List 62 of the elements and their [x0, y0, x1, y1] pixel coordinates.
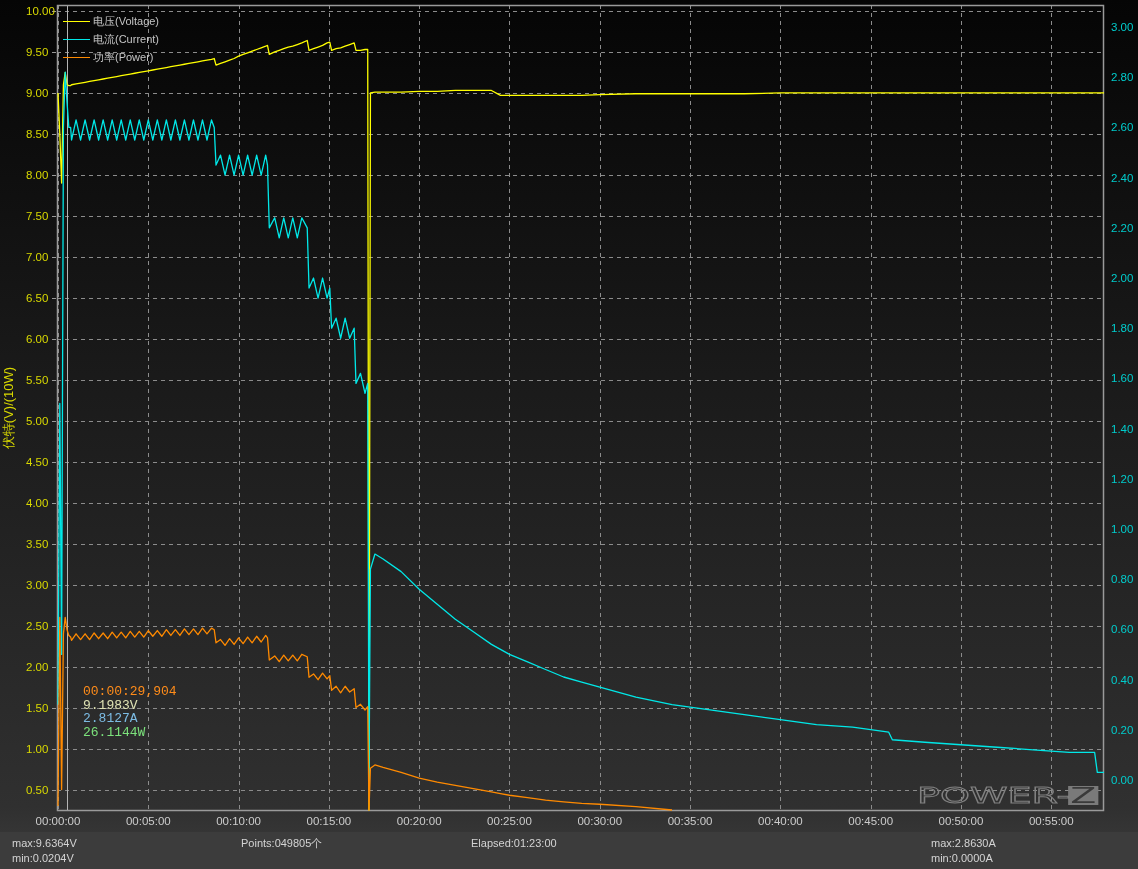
readout-current: 2.8127A: [83, 711, 138, 726]
axis-tick-label: 1.20: [1111, 472, 1134, 485]
axis-tick-label: 9.50: [26, 45, 49, 58]
axis-tick-label: 00:05:00: [125, 815, 171, 827]
axis-title: 伏特(V)/(10W): [1, 366, 16, 450]
axis-tick-label: 1.60: [1111, 372, 1134, 385]
axis-tick-label: 1.80: [1111, 322, 1134, 335]
axis-tick-label: 4.00: [26, 496, 49, 509]
axis-tick-label: 00:35:00: [667, 815, 713, 827]
current-max: max:2.8630A: [931, 836, 996, 851]
axis-tick-label: 1.40: [1111, 422, 1134, 435]
axis-tick-label: 2.40: [1111, 171, 1134, 184]
axis-tick-label: 4.50: [26, 455, 49, 468]
points-count: Points:049805个: [241, 836, 323, 851]
axis-tick-label: 3.50: [26, 537, 49, 550]
readout-time: 00:00:29,904: [83, 684, 177, 699]
axis-tick-label: 00:20:00: [396, 815, 442, 827]
current-min: min:0.0000A: [931, 851, 993, 866]
axis-tick-label: 6.50: [26, 291, 49, 304]
axis-tick-label: 00:10:00: [216, 815, 261, 827]
axis-tick-label: 0.40: [1111, 673, 1134, 686]
current-legend-label: 电流(Current): [93, 33, 159, 45]
voltage-min: min:0.0204V: [12, 851, 74, 866]
voltage-max: max:9.6364V: [12, 836, 77, 851]
axis-tick-label: 10.00: [26, 5, 55, 17]
axis-tick-label: 2.00: [26, 660, 49, 673]
axis-tick-label: 0.50: [26, 783, 49, 796]
axis-tick-label: 2.60: [1111, 121, 1134, 134]
axis-tick-label: 0.00: [1111, 773, 1134, 786]
power-legend-label: 功率(Power): [93, 51, 154, 63]
axis-tick-label: 9.00: [26, 86, 49, 99]
axis-tick-label: 00:00:00: [35, 815, 81, 827]
axis-tick-label: 2.80: [1111, 71, 1134, 84]
readout-power: 26.1144W: [83, 724, 146, 740]
axis-tick-label: 7.00: [26, 250, 49, 263]
axis-tick-label: 2.20: [1111, 221, 1134, 234]
axis-tick-label: 1.00: [1111, 522, 1134, 535]
axis-tick-label: 3.00: [26, 578, 49, 591]
axis-tick-label: 2.50: [26, 619, 49, 632]
axis-tick-label: 3.00: [1111, 21, 1134, 34]
axis-tick-label: 5.50: [26, 373, 49, 386]
axis-tick-label: 0.60: [1111, 623, 1134, 636]
axis-tick-label: 00:25:00: [487, 815, 532, 827]
axis-tick-label: 5.00: [26, 414, 49, 427]
axis-tick-label: 1.50: [26, 701, 49, 714]
axis-tick-label: 2.00: [1111, 272, 1134, 284]
axis-tick-label: 0.20: [1111, 723, 1134, 736]
axis-tick-label: 8.00: [26, 168, 49, 181]
axis-tick-label: 00:30:00: [577, 815, 623, 827]
axis-tick-label: 6.00: [26, 332, 49, 345]
axis-tick-label: 00:50:00: [938, 815, 984, 827]
axis-tick-label: 00:55:00: [1028, 815, 1074, 827]
axis-tick-label: 00:15:00: [306, 815, 352, 827]
axis-tick-label: 8.50: [26, 127, 49, 140]
axis-tick-label: 00:40:00: [758, 815, 803, 827]
axis-tick-label: 7.50: [26, 209, 49, 222]
voltage-legend-label: 电压(Voltage): [93, 15, 160, 27]
axis-tick-label: 0.80: [1111, 573, 1134, 586]
readout-voltage: 9.1983V: [83, 697, 138, 713]
axis-tick-label: 1.00: [26, 742, 49, 755]
elapsed-time: Elapsed:01:23:00: [471, 836, 557, 851]
axis-tick-label: 00:45:00: [848, 815, 894, 827]
